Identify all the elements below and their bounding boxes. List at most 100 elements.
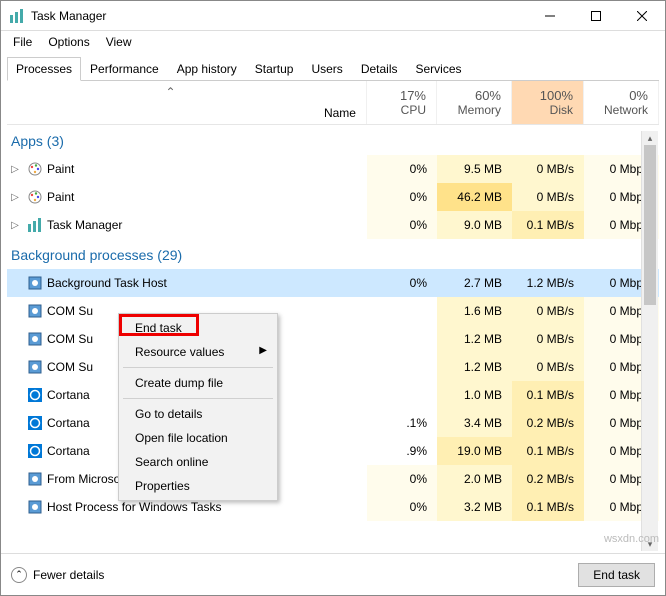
context-resource-values[interactable]: Resource values▶ <box>121 340 275 364</box>
process-row[interactable]: Cortana.9%19.0 MB0.1 MB/s0 Mbps <box>7 437 659 465</box>
column-cpu[interactable]: 17% CPU <box>367 81 437 124</box>
app-icon <box>9 8 25 24</box>
cpu-cell: 0% <box>367 465 437 493</box>
submenu-arrow-icon: ▶ <box>259 345 267 356</box>
process-list: Apps (3)▷Paint0%9.5 MB0 MB/s0 Mbps▷Paint… <box>7 125 659 573</box>
cortana-icon <box>27 387 43 403</box>
memory-cell: 46.2 MB <box>437 183 512 211</box>
taskmgr-icon <box>27 217 43 233</box>
end-task-button[interactable]: End task <box>578 563 655 587</box>
disk-cell: 0.2 MB/s <box>512 465 584 493</box>
scroll-up-icon[interactable]: ▴ <box>642 131 658 145</box>
cpu-cell: 0% <box>367 493 437 521</box>
cog-icon <box>27 499 43 515</box>
memory-cell: 1.2 MB <box>437 353 512 381</box>
column-name[interactable]: ⌃ Name <box>7 81 367 124</box>
cpu-cell <box>367 297 437 325</box>
paint-icon <box>27 161 43 177</box>
expand-icon[interactable]: ▷ <box>7 220 23 231</box>
context-create-dump-file[interactable]: Create dump file <box>121 371 275 395</box>
fewer-details-label: Fewer details <box>33 568 104 582</box>
process-name: Host Process for Windows Tasks <box>47 500 367 514</box>
com-icon <box>27 331 43 347</box>
context-search-online[interactable]: Search online <box>121 450 275 474</box>
disk-cell: 0.1 MB/s <box>512 381 584 409</box>
disk-cell: 0 MB/s <box>512 183 584 211</box>
context-properties[interactable]: Properties <box>121 474 275 498</box>
memory-cell: 3.2 MB <box>437 493 512 521</box>
menu-separator <box>123 367 273 368</box>
memory-cell: 2.7 MB <box>437 269 512 297</box>
disk-cell: 1.2 MB/s <box>512 269 584 297</box>
process-row[interactable]: ▷Paint0%9.5 MB0 MB/s0 Mbps <box>7 155 659 183</box>
disk-cell: 0.1 MB/s <box>512 437 584 465</box>
close-button[interactable] <box>619 1 665 31</box>
memory-cell: 9.5 MB <box>437 155 512 183</box>
menu-file[interactable]: File <box>5 33 40 51</box>
cortana-icon <box>27 415 43 431</box>
group-header: Apps (3) <box>7 125 659 155</box>
cpu-cell: .1% <box>367 409 437 437</box>
process-row[interactable]: Cortana1.0 MB0.1 MB/s0 Mbps <box>7 381 659 409</box>
fewer-details-button[interactable]: ⌃ Fewer details <box>11 567 104 583</box>
menu-separator <box>123 398 273 399</box>
footer: ⌃ Fewer details End task <box>1 553 665 595</box>
cpu-cell: 0% <box>367 183 437 211</box>
disk-cell: 0.1 MB/s <box>512 211 584 239</box>
process-row[interactable]: Host Process for Windows Tasks0%3.2 MB0.… <box>7 493 659 521</box>
memory-cell: 1.0 MB <box>437 381 512 409</box>
disk-cell: 0 MB/s <box>512 325 584 353</box>
process-name: Background Task Host <box>47 276 367 290</box>
cpu-cell: .9% <box>367 437 437 465</box>
memory-cell: 9.0 MB <box>437 211 512 239</box>
column-network[interactable]: 0% Network <box>584 81 659 124</box>
paint-icon <box>27 189 43 205</box>
menu-bar: File Options View <box>1 31 665 53</box>
scrollbar-thumb[interactable] <box>644 145 656 305</box>
window-title: Task Manager <box>31 9 527 23</box>
memory-cell: 1.6 MB <box>437 297 512 325</box>
memory-cell: 2.0 MB <box>437 465 512 493</box>
process-row[interactable]: Background Task Host0%2.7 MB1.2 MB/s0 Mb… <box>7 269 659 297</box>
disk-cell: 0.1 MB/s <box>512 493 584 521</box>
process-row[interactable]: From Microsoft Background Ta...0%2.0 MB0… <box>7 465 659 493</box>
process-row[interactable]: COM Su1.6 MB0 MB/s0 Mbps <box>7 297 659 325</box>
vertical-scrollbar[interactable]: ▴ ▾ <box>641 131 658 551</box>
menu-options[interactable]: Options <box>40 33 97 51</box>
cpu-cell: 0% <box>367 211 437 239</box>
process-row[interactable]: COM Su1.2 MB0 MB/s0 Mbps <box>7 325 659 353</box>
process-name: Paint <box>47 190 367 204</box>
context-menu: End taskResource values▶ Create dump file… <box>118 313 278 501</box>
tab-details[interactable]: Details <box>352 57 407 81</box>
disk-cell: 0 MB/s <box>512 297 584 325</box>
menu-view[interactable]: View <box>98 33 140 51</box>
com-icon <box>27 303 43 319</box>
tab-processes[interactable]: Processes <box>7 57 81 81</box>
tab-performance[interactable]: Performance <box>81 57 168 81</box>
tab-services[interactable]: Services <box>407 57 471 81</box>
tab-startup[interactable]: Startup <box>246 57 303 81</box>
context-open-file-location[interactable]: Open file location <box>121 426 275 450</box>
process-row[interactable]: COM Su1.2 MB0 MB/s0 Mbps <box>7 353 659 381</box>
context-go-to-details[interactable]: Go to details <box>121 402 275 426</box>
disk-cell: 0 MB/s <box>512 155 584 183</box>
chevron-up-icon: ⌃ <box>11 567 27 583</box>
expand-icon[interactable]: ▷ <box>7 192 23 203</box>
maximize-button[interactable] <box>573 1 619 31</box>
process-row[interactable]: Cortana.1%3.4 MB0.2 MB/s0 Mbps <box>7 409 659 437</box>
process-row[interactable]: ▷Paint0%46.2 MB0 MB/s0 Mbps <box>7 183 659 211</box>
cpu-cell: 0% <box>367 155 437 183</box>
column-memory[interactable]: 60% Memory <box>437 81 512 124</box>
minimize-button[interactable] <box>527 1 573 31</box>
tab-users[interactable]: Users <box>302 57 351 81</box>
column-name-label: Name <box>324 106 356 120</box>
context-end-task[interactable]: End task <box>121 316 275 340</box>
expand-icon[interactable]: ▷ <box>7 164 23 175</box>
tab-strip: ProcessesPerformanceApp historyStartupUs… <box>7 56 659 81</box>
watermark: wsxdn.com <box>604 533 659 545</box>
memory-cell: 1.2 MB <box>437 325 512 353</box>
sort-icon: ⌃ <box>165 85 175 99</box>
tab-app-history[interactable]: App history <box>168 57 246 81</box>
column-disk[interactable]: 100% Disk <box>512 81 584 124</box>
process-row[interactable]: ▷Task Manager0%9.0 MB0.1 MB/s0 Mbps <box>7 211 659 239</box>
